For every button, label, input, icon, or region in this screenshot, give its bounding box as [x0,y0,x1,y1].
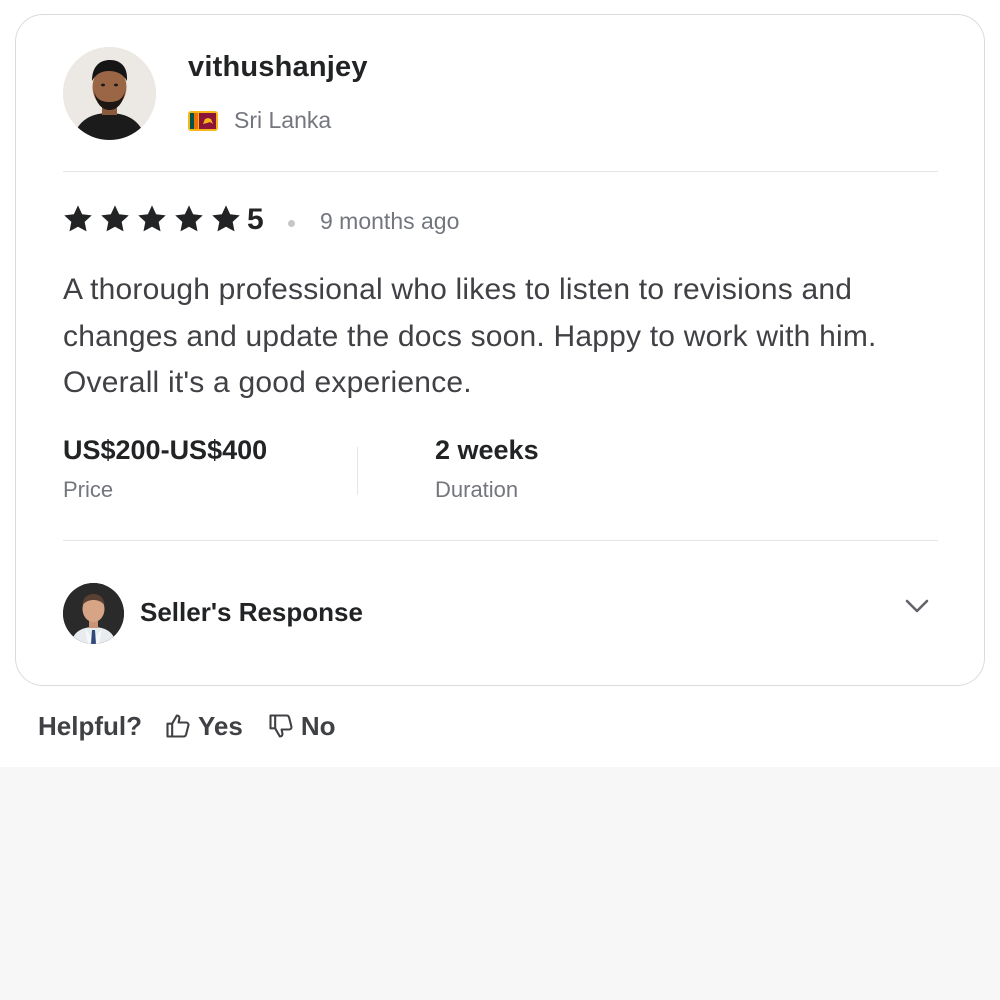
rating-value: 5 [247,203,264,236]
no-label: No [300,710,336,741]
star-icon [138,205,166,232]
review-page: vithushanjey Sri Lanka 5 9 months ago A … [0,0,1000,1000]
helpful-yes-button[interactable]: Yes [164,711,243,742]
yes-label: Yes [198,710,243,741]
star-icon [212,205,240,232]
duration-label: Duration [435,477,519,502]
seller-avatar [63,583,124,644]
price-value: US$200-US$400 [63,435,268,465]
star-icon [175,205,203,232]
price-label: Price [63,477,114,502]
meta-separator [357,447,358,495]
reviewer-country: Sri Lanka [234,107,332,133]
review-text: A thorough professional who likes to lis… [63,273,877,399]
helpful-row: Helpful? Yes No [38,706,360,746]
chevron-down-icon[interactable] [902,591,932,621]
thumbs-up-icon [166,714,190,738]
duration-value: 2 weeks [435,435,539,465]
thumbs-down-icon [269,714,293,738]
star-icon [64,205,92,232]
page-background-footer [0,767,1000,1000]
helpful-label: Helpful? [38,710,142,741]
reviewer-avatar[interactable] [63,47,156,140]
sri-lanka-flag-icon [188,111,218,131]
helpful-no-button[interactable]: No [267,711,336,742]
review-card: vithushanjey Sri Lanka 5 9 months ago A … [15,14,985,686]
separator-dot [288,220,295,227]
response-divider [63,540,938,541]
review-time: 9 months ago [320,208,460,234]
reviewer-name[interactable]: vithushanjey [188,51,368,84]
star-icon [101,205,129,232]
rating-stars [62,203,242,235]
seller-response-label[interactable]: Seller's Response [140,597,363,628]
header-divider [63,171,938,172]
